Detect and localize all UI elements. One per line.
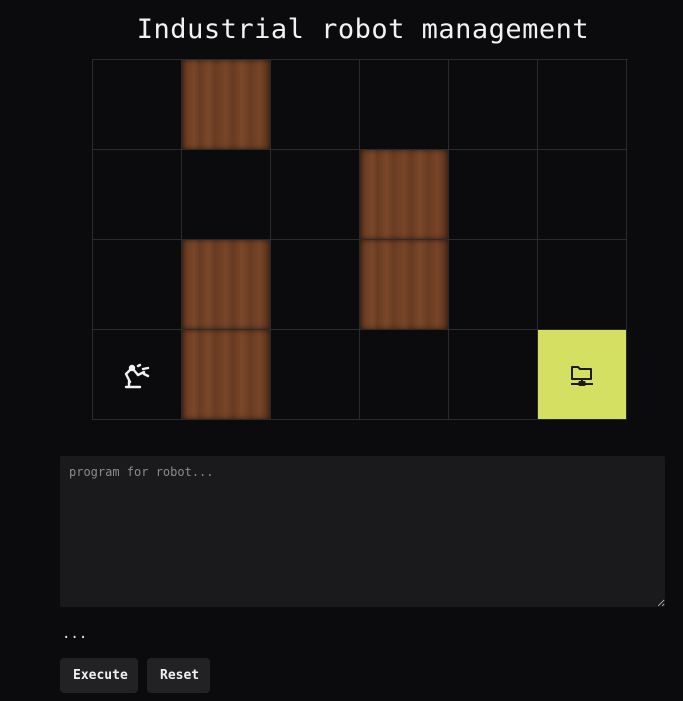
empty-cell [538,240,627,330]
robot-arm-icon [122,360,152,390]
reset-button[interactable]: Reset [147,658,210,693]
empty-cell [93,240,182,330]
robot-grid [92,59,628,420]
status-text: ... [62,626,88,642]
empty-cell [271,330,360,420]
page-title: Industrial robot management [136,14,590,45]
obstacle-cell [360,150,449,240]
empty-cell [449,60,538,150]
empty-cell [93,150,182,240]
obstacle-cell [182,240,271,330]
empty-cell [271,60,360,150]
empty-cell [271,240,360,330]
obstacle-cell [360,240,449,330]
empty-cell [93,60,182,150]
robot-cell [93,330,182,420]
empty-cell [449,150,538,240]
program-input[interactable] [60,456,665,607]
obstacle-cell [182,60,271,150]
obstacle-cell [182,330,271,420]
empty-cell [182,150,271,240]
network-folder-icon [568,361,596,389]
empty-cell [360,330,449,420]
empty-cell [538,60,627,150]
goal-cell [538,330,627,420]
empty-cell [449,240,538,330]
execute-button[interactable]: Execute [60,658,138,693]
empty-cell [360,60,449,150]
empty-cell [449,330,538,420]
empty-cell [538,150,627,240]
empty-cell [271,150,360,240]
